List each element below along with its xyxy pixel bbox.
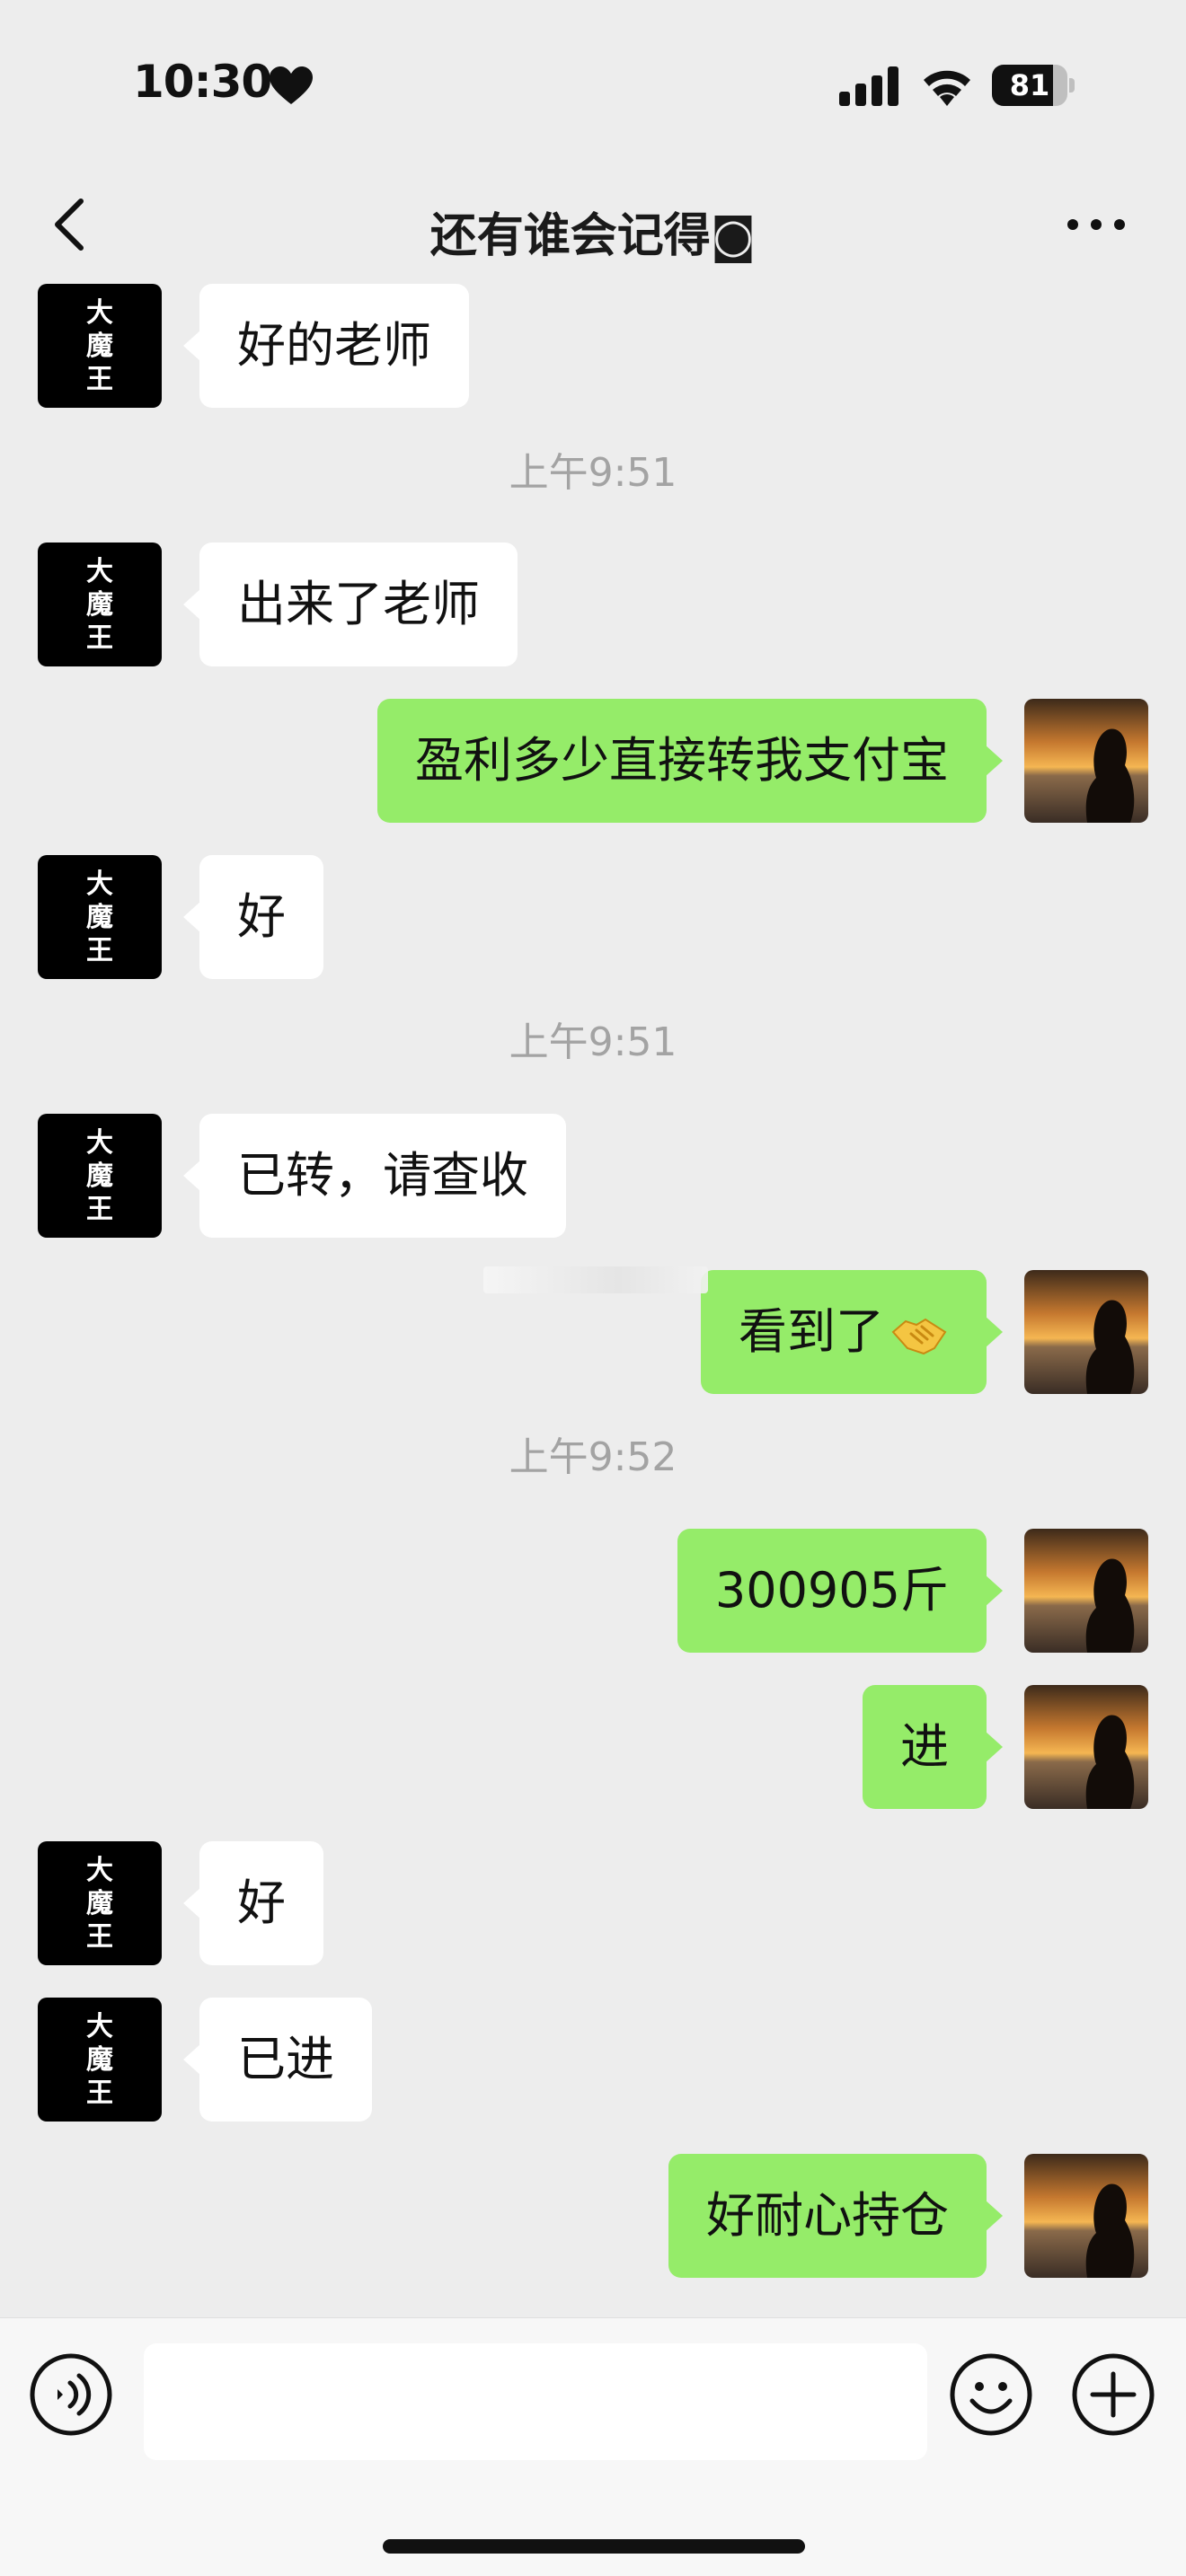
plus-icon[interactable] xyxy=(1071,2352,1155,2437)
voice-icon[interactable] xyxy=(29,2352,113,2437)
contact-avatar[interactable]: 大魔王 xyxy=(38,284,162,408)
cellular-signal-icon xyxy=(839,66,898,106)
message-bubble-incoming[interactable]: 已进 xyxy=(183,1998,372,2122)
smiley-icon[interactable] xyxy=(949,2352,1033,2437)
status-bar: 10:30 81 xyxy=(0,0,1186,162)
message-timestamp: 上午9:51 xyxy=(509,1019,677,1065)
user-avatar[interactable] xyxy=(1024,699,1148,823)
message-text: 看到了 xyxy=(739,1303,884,1360)
status-time: 10:30 xyxy=(133,56,272,108)
message-bubble-outgoing[interactable]: 看到了 xyxy=(701,1270,1003,1394)
message-bubble-outgoing[interactable]: 盈利多少直接转我支付宝 xyxy=(377,699,1003,823)
contact-avatar[interactable]: 大魔王 xyxy=(38,1841,162,1965)
contact-avatar[interactable]: 大魔王 xyxy=(38,1114,162,1238)
input-bar xyxy=(0,2317,1186,2576)
contact-avatar[interactable]: 大魔王 xyxy=(38,855,162,979)
battery-percentage: 81 xyxy=(1009,68,1050,102)
message-bubble-outgoing[interactable]: 进 xyxy=(863,1685,1003,1809)
message-timestamp: 上午9:51 xyxy=(509,450,677,496)
chat-title: 还有谁会记得◙ xyxy=(429,209,757,263)
message-bubble-incoming[interactable]: 出来了老师 xyxy=(183,543,518,666)
heart-icon xyxy=(270,66,313,104)
back-button[interactable] xyxy=(45,196,99,253)
contact-avatar[interactable]: 大魔王 xyxy=(38,1998,162,2122)
message-bubble-incoming[interactable]: 已转，请查收 xyxy=(183,1114,566,1238)
user-avatar[interactable] xyxy=(1024,1685,1148,1809)
home-indicator xyxy=(383,2539,805,2554)
message-bubble-outgoing[interactable]: 300905斤 xyxy=(677,1529,1004,1653)
message-bubble-incoming[interactable]: 好 xyxy=(183,855,323,979)
contact-avatar[interactable]: 大魔王 xyxy=(38,543,162,666)
user-avatar[interactable] xyxy=(1024,1529,1148,1653)
nav-bar: 还有谁会记得◙ xyxy=(0,171,1186,278)
more-options-button[interactable] xyxy=(1060,196,1132,253)
message-input[interactable] xyxy=(144,2343,927,2460)
wifi-icon xyxy=(924,70,970,106)
user-avatar[interactable] xyxy=(1024,1270,1148,1394)
message-bubble-incoming[interactable]: 好的老师 xyxy=(183,284,469,408)
handshake-icon xyxy=(891,1319,947,1355)
message-timestamp: 上午9:52 xyxy=(509,1434,677,1480)
blurred-overlay xyxy=(483,1266,708,1293)
message-list[interactable]: 大魔王 好的老师 上午9:51 大魔王 出来了老师 盈利多少直接转我支付宝 大魔… xyxy=(0,269,1186,2317)
message-bubble-outgoing[interactable]: 好耐心持仓 xyxy=(668,2154,1003,2278)
message-bubble-incoming[interactable]: 好 xyxy=(183,1841,323,1965)
battery-indicator: 81 xyxy=(992,65,1075,106)
user-avatar[interactable] xyxy=(1024,2154,1148,2278)
